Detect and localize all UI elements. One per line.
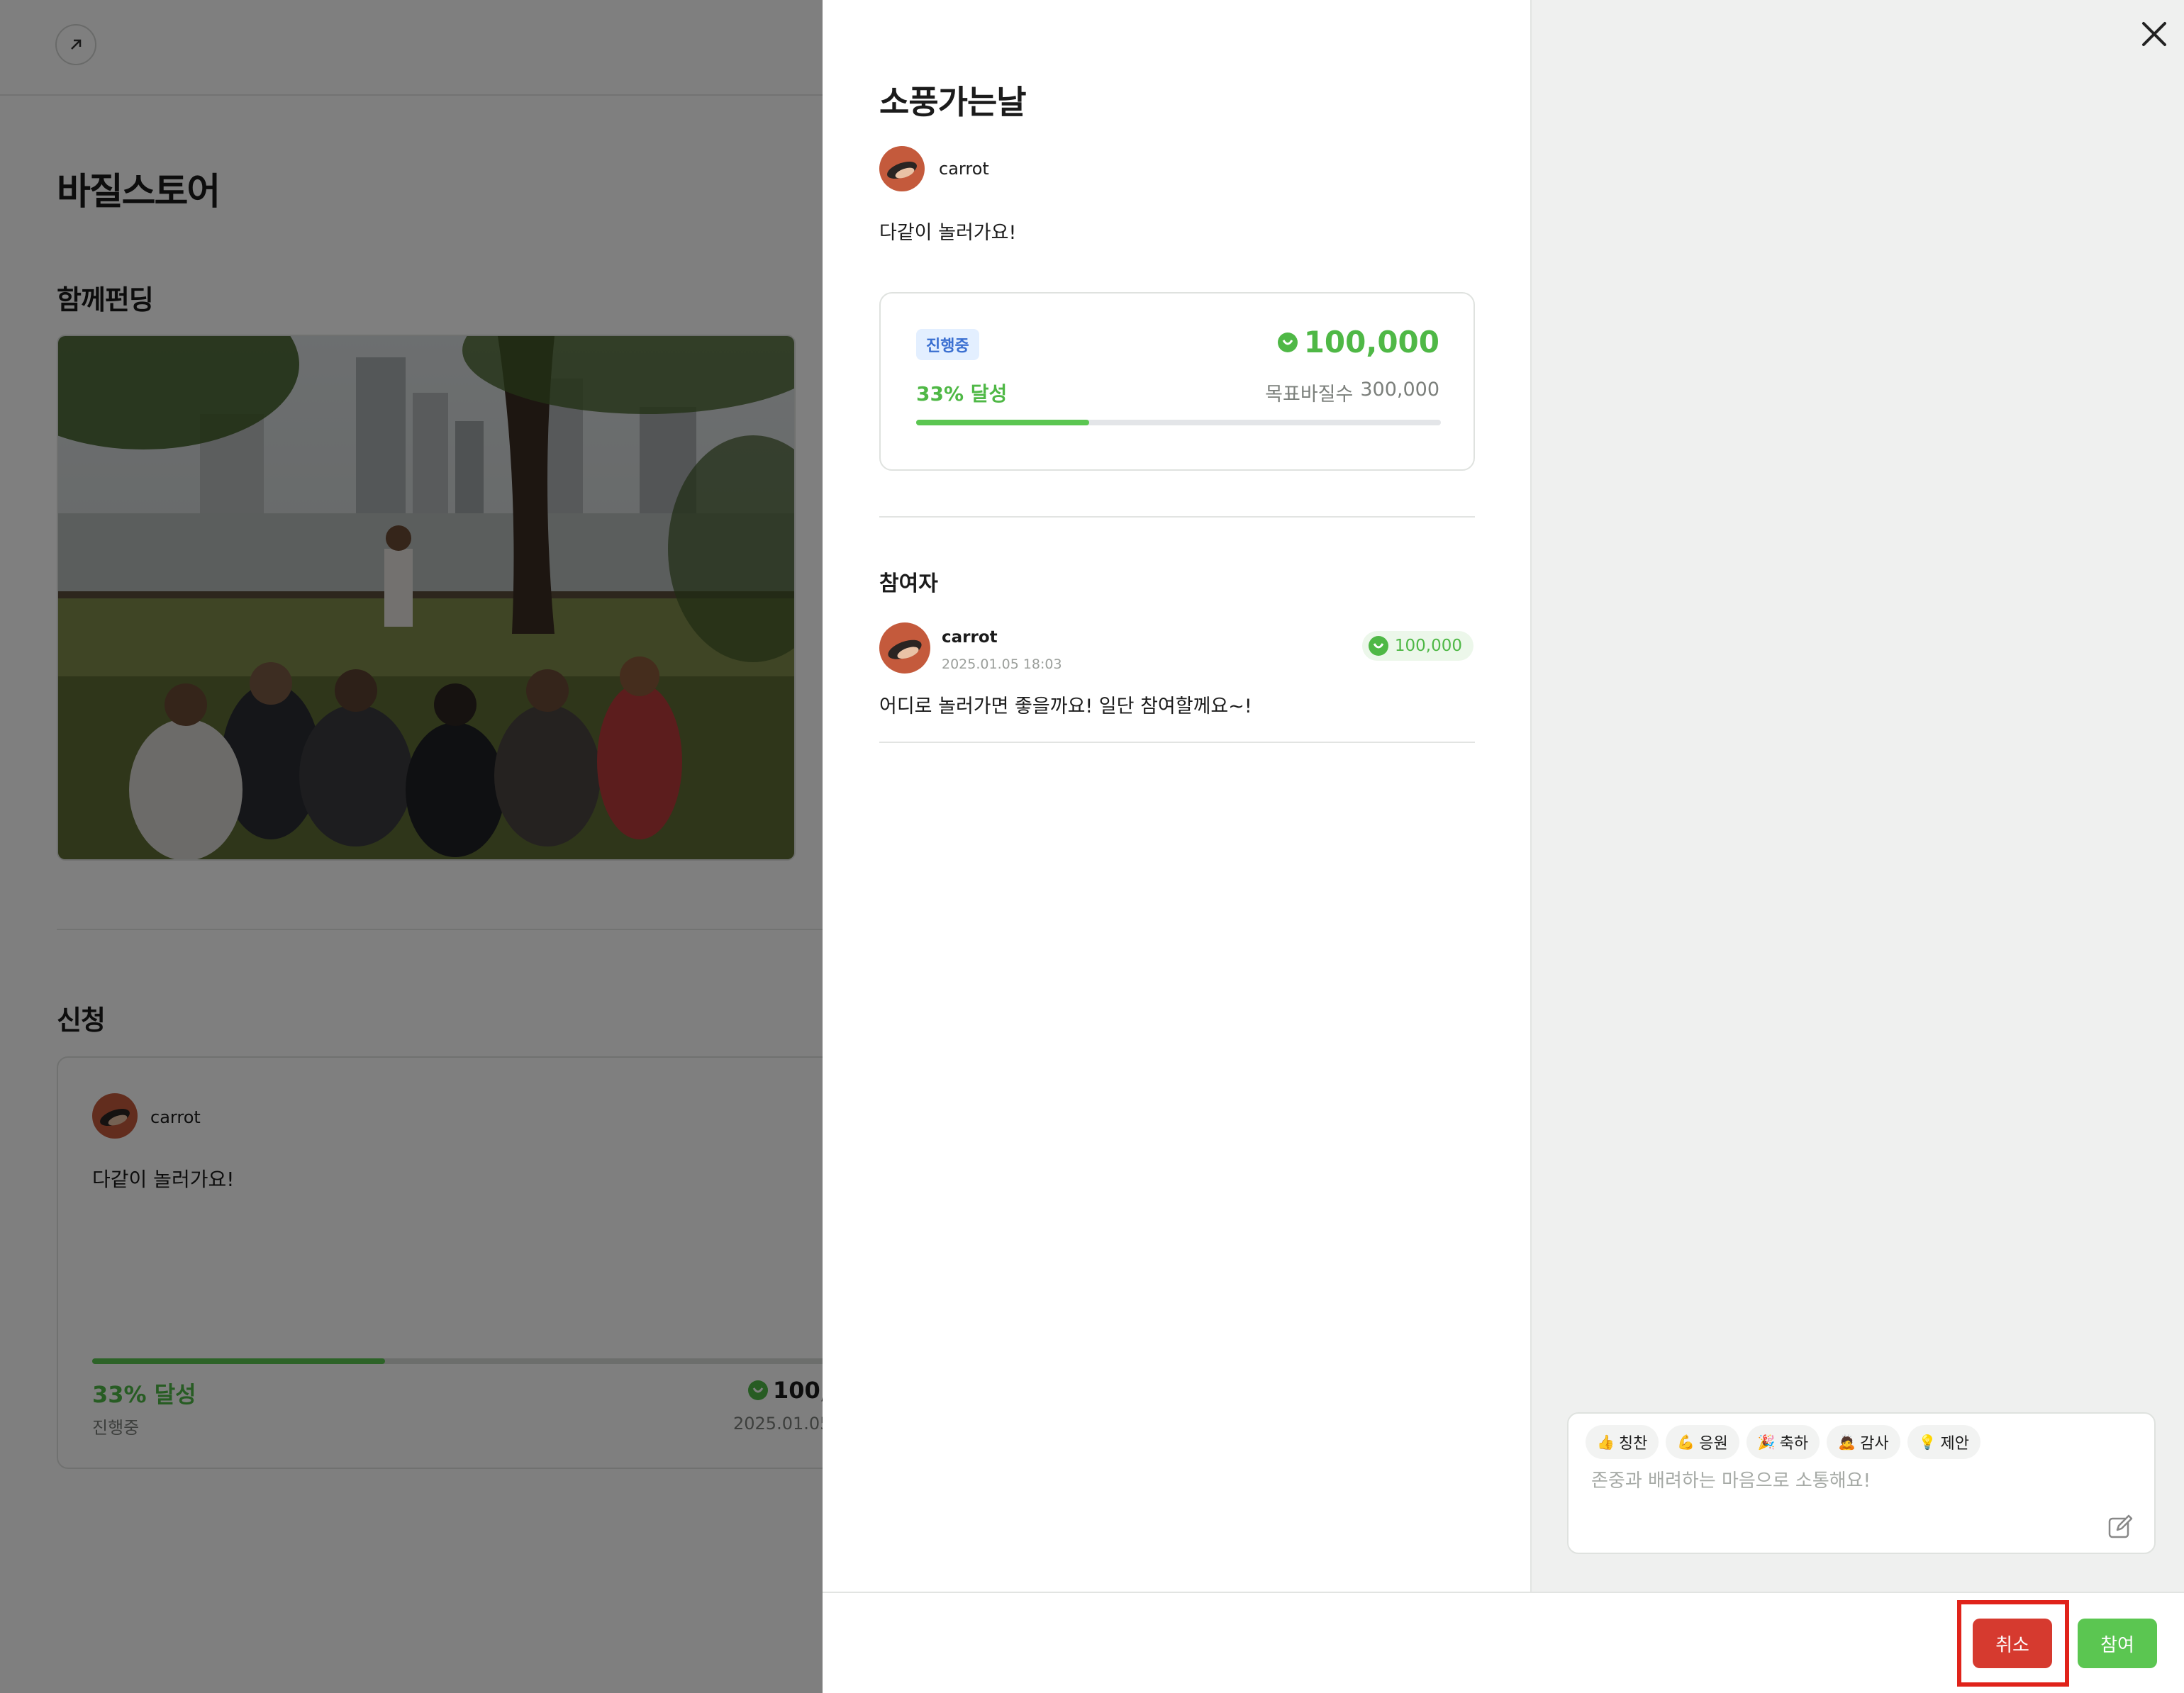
avatar (879, 146, 925, 191)
close-button[interactable] (2136, 16, 2173, 52)
chip-label: 응원 (1699, 1435, 1728, 1453)
participant-name: carrot (942, 628, 998, 647)
basil-leaf-icon (1277, 332, 1298, 352)
chip-label: 감사 (1860, 1435, 1889, 1453)
progress-bar (916, 420, 1441, 425)
goal: 목표바질수 300,000 (1265, 379, 1439, 406)
participant-amount-value: 100,000 (1394, 637, 1462, 655)
comment-input[interactable] (1591, 1470, 2088, 1492)
cancel-button[interactable]: 취소 (1973, 1619, 2052, 1668)
flexed-arm-icon: 💪 (1677, 1434, 1695, 1451)
author-row: carrot (879, 146, 989, 191)
raised-amount: 100,000 (1277, 325, 1439, 359)
bowing-person-icon: 🙇 (1838, 1434, 1856, 1451)
funding-title: 소풍가는날 (879, 83, 1027, 121)
participant-amount: 100,000 (1361, 631, 1473, 661)
edit-icon[interactable] (2106, 1513, 2134, 1541)
chip-suggest[interactable]: 💡 제안 (1907, 1425, 1980, 1459)
chip-praise[interactable]: 👍 칭찬 (1586, 1425, 1659, 1459)
close-icon (2142, 22, 2166, 46)
status-badge: 진행중 (916, 329, 979, 360)
raised-amount-value: 100,000 (1303, 325, 1439, 359)
progress-label: 33% 달성 (916, 382, 1008, 406)
chip-label: 축하 (1779, 1435, 1809, 1453)
detail-panel: 소풍가는날 carrot 다같이 놀러가요! 진행중 33% 달성 100,00… (823, 0, 1532, 1592)
chip-thanks[interactable]: 🙇 감사 (1827, 1425, 1900, 1459)
chip-label: 제안 (1940, 1435, 1969, 1453)
funding-description: 다같이 놀러가요! (879, 222, 1017, 244)
funding-detail-drawer: 소풍가는날 carrot 다같이 놀러가요! 진행중 33% 달성 100,00… (823, 0, 2184, 1693)
funding-status-card: 진행중 33% 달성 100,000 목표바질수 300,000 (879, 292, 1475, 471)
thumbs-up-icon: 👍 (1597, 1434, 1615, 1451)
divider (879, 742, 1475, 743)
participant-comment: 어디로 놀러가면 좋을까요! 일단 참여할께요~! (879, 695, 1252, 717)
reaction-chips: 👍 칭찬 💪 응원 🎉 축하 🙇 감사 💡 제안 (1586, 1425, 1980, 1459)
light-bulb-icon: 💡 (1918, 1434, 1937, 1451)
chip-congrats[interactable]: 🎉 축하 (1746, 1425, 1820, 1459)
chip-cheer[interactable]: 💪 응원 (1666, 1425, 1739, 1459)
join-button[interactable]: 참여 (2078, 1619, 2157, 1668)
comment-box: 👍 칭찬 💪 응원 🎉 축하 🙇 감사 💡 제안 (1567, 1412, 2156, 1554)
chip-label: 칭찬 (1618, 1435, 1648, 1453)
participants-title: 참여자 (879, 571, 938, 596)
basil-leaf-icon (1368, 636, 1388, 656)
party-popper-icon: 🎉 (1757, 1434, 1776, 1451)
progress-fill (916, 420, 1090, 425)
author-name: carrot (939, 159, 989, 179)
goal-amount: 300,000 (1360, 379, 1439, 401)
participant-date: 2025.01.05 18:03 (942, 656, 1062, 672)
goal-label: 목표바질수 (1265, 384, 1354, 406)
participant-avatar (879, 622, 930, 674)
footer-bar: 취소 참여 (823, 1592, 2184, 1693)
divider (879, 516, 1475, 518)
